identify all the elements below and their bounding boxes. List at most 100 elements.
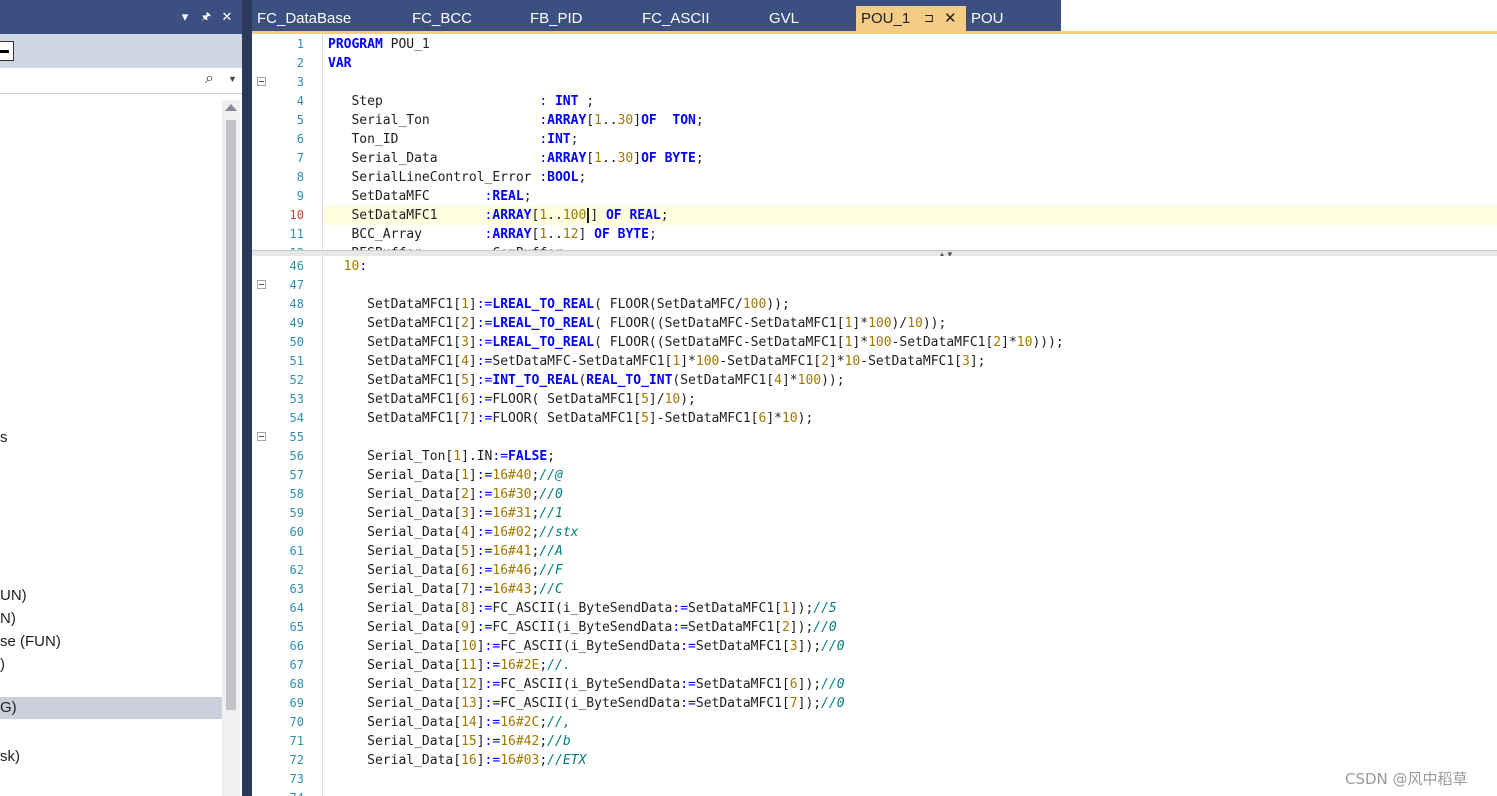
code-line[interactable]: 74 bbox=[252, 789, 1497, 796]
code-text[interactable]: Serial_Data[15]:=16#42;//b bbox=[328, 732, 571, 751]
code-line[interactable]: 48 SetDataMFC1[1]:=LREAL_TO_REAL( FLOOR(… bbox=[252, 295, 1497, 314]
code-line[interactable]: 58 Serial_Data[2]:=16#30;//0 bbox=[252, 485, 1497, 504]
code-line[interactable]: 11 BCC_Array :ARRAY[1..12] OF BYTE; bbox=[252, 225, 1497, 244]
code-line[interactable]: 5 Serial_Ton :ARRAY[1..30]OF TON; bbox=[252, 111, 1497, 130]
tab-fc-database[interactable]: FC_DataBase bbox=[252, 6, 351, 31]
code-line[interactable]: 6 Ton_ID :INT; bbox=[252, 130, 1497, 149]
code-line[interactable]: 66 Serial_Data[10]:=FC_ASCII(i_ByteSendD… bbox=[252, 637, 1497, 656]
code-text[interactable]: SetDataMFC1[2]:=LREAL_TO_REAL( FLOOR((Se… bbox=[328, 314, 946, 333]
code-text[interactable]: Serial_Data[13]:=FC_ASCII(i_ByteSendData… bbox=[328, 694, 844, 713]
panel-search-bar[interactable]: ⌕ ▼ bbox=[0, 68, 242, 94]
fold-toggle-icon[interactable] bbox=[257, 77, 266, 86]
code-text[interactable]: Serial_Data[16]:=16#03;//ETX bbox=[328, 751, 586, 770]
code-text[interactable]: Serial_Data[4]:=16#02;//stx bbox=[328, 523, 578, 542]
code-line[interactable]: 64 Serial_Data[8]:=FC_ASCII(i_ByteSendDa… bbox=[252, 599, 1497, 618]
tab-fc-ascii[interactable]: FC_ASCII bbox=[637, 6, 710, 31]
code-line[interactable]: 50 SetDataMFC1[3]:=LREAL_TO_REAL( FLOOR(… bbox=[252, 333, 1497, 352]
code-line[interactable]: 62 Serial_Data[6]:=16#46;//F bbox=[252, 561, 1497, 580]
code-line[interactable]: 55 bbox=[252, 428, 1497, 447]
code-editor[interactable]: 1 PROGRAM POU_1 2 VAR 3 4 Step : INT ; 5 Seria… bbox=[252, 34, 1497, 796]
tree-item[interactable]: sk) bbox=[0, 746, 20, 768]
code-line[interactable]: 52 SetDataMFC1[5]:=INT_TO_REAL(REAL_TO_I… bbox=[252, 371, 1497, 390]
code-line[interactable]: 1 PROGRAM POU_1 bbox=[252, 35, 1497, 54]
code-line[interactable]: 70 Serial_Data[14]:=16#2C;//, bbox=[252, 713, 1497, 732]
code-line[interactable]: 73 bbox=[252, 770, 1497, 789]
fold-toggle-icon[interactable] bbox=[257, 280, 266, 289]
declaration-pane[interactable]: 1 PROGRAM POU_1 2 VAR 3 4 Step : INT ; 5 Seria… bbox=[252, 34, 1497, 250]
code-text[interactable]: SetDataMFC1[1]:=LREAL_TO_REAL( FLOOR(Set… bbox=[328, 295, 790, 314]
code-line[interactable]: 57 Serial_Data[1]:=16#40;//@ bbox=[252, 466, 1497, 485]
code-line[interactable]: 71 Serial_Data[15]:=16#42;//b bbox=[252, 732, 1497, 751]
panel-close-icon[interactable]: ✕ bbox=[219, 8, 235, 26]
scrollbar-thumb[interactable] bbox=[226, 120, 236, 710]
implementation-pane[interactable]: 46 10: 47 48 SetDataMFC1[1]:=LREAL_TO_REAL… bbox=[252, 256, 1497, 796]
code-text[interactable]: Step : INT ; bbox=[328, 92, 594, 111]
code-text[interactable]: BCC_Array :ARRAY[1..12] OF BYTE; bbox=[328, 225, 656, 244]
code-line[interactable]: 63 Serial_Data[7]:=16#43;//C bbox=[252, 580, 1497, 599]
search-icon[interactable]: ⌕ bbox=[205, 70, 214, 88]
panel-pin-icon[interactable]: 🖈 bbox=[198, 8, 214, 26]
code-line[interactable]: 8 SerialLineControl_Error :BOOL; bbox=[252, 168, 1497, 187]
tab-pou-1[interactable]: POU_1 ⊐ ✕ bbox=[856, 6, 966, 31]
code-line[interactable]: 47 bbox=[252, 276, 1497, 295]
code-text[interactable]: SerialLineControl_Error :BOOL; bbox=[328, 168, 586, 187]
code-text[interactable]: SetDataMFC1 :ARRAY[1..100] OF REAL; bbox=[328, 206, 669, 225]
code-text[interactable]: 10: bbox=[328, 257, 367, 276]
code-line[interactable]: 7 Serial_Data :ARRAY[1..30]OF BYTE; bbox=[252, 149, 1497, 168]
tab-pin-icon[interactable]: ⊐ bbox=[924, 6, 934, 31]
code-text[interactable]: Serial_Data[1]:=16#40;//@ bbox=[328, 466, 563, 485]
code-line[interactable]: 60 Serial_Data[4]:=16#02;//stx bbox=[252, 523, 1497, 542]
code-text[interactable]: VAR bbox=[328, 54, 351, 73]
tree-item[interactable]: UN) bbox=[0, 585, 27, 607]
code-text[interactable]: Serial_Data[11]:=16#2E;//. bbox=[328, 656, 571, 675]
code-text[interactable]: Serial_Data[8]:=FC_ASCII(i_ByteSendData:… bbox=[328, 599, 837, 618]
code-line[interactable]: 61 Serial_Data[5]:=16#41;//A bbox=[252, 542, 1497, 561]
code-line[interactable]: 72 Serial_Data[16]:=16#03;//ETX bbox=[252, 751, 1497, 770]
tab-fc-bcc[interactable]: FC_BCC bbox=[407, 6, 472, 31]
tab-fb-pid[interactable]: FB_PID bbox=[525, 6, 583, 31]
code-text[interactable]: SetDataMFC :REAL; bbox=[328, 187, 531, 206]
code-line[interactable]: 54 SetDataMFC1[7]:=FLOOR( SetDataMFC1[5]… bbox=[252, 409, 1497, 428]
code-text[interactable]: SetDataMFC1[7]:=FLOOR( SetDataMFC1[5]-Se… bbox=[328, 409, 813, 428]
code-line[interactable]: 3 bbox=[252, 73, 1497, 92]
code-line[interactable]: 59 Serial_Data[3]:=16#31;//1 bbox=[252, 504, 1497, 523]
code-line[interactable]: 49 SetDataMFC1[2]:=LREAL_TO_REAL( FLOOR(… bbox=[252, 314, 1497, 333]
code-line[interactable]: 9 SetDataMFC :REAL; bbox=[252, 187, 1497, 206]
code-text[interactable]: Serial_Data :ARRAY[1..30]OF BYTE; bbox=[328, 149, 703, 168]
code-text[interactable]: SetDataMFC1[4]:=SetDataMFC-SetDataMFC1[1… bbox=[328, 352, 985, 371]
tree-item[interactable]: ) bbox=[0, 654, 5, 676]
code-text[interactable]: Serial_Data[14]:=16#2C;//, bbox=[328, 713, 571, 732]
code-text[interactable]: SetDataMFC1[6]:=FLOOR( SetDataMFC1[5]/10… bbox=[328, 390, 696, 409]
code-text[interactable]: Serial_Data[5]:=16#41;//A bbox=[328, 542, 563, 561]
tree-item[interactable]: s bbox=[0, 427, 8, 449]
panel-splitter[interactable] bbox=[242, 0, 252, 796]
tab-close-icon[interactable]: ✕ bbox=[944, 6, 957, 31]
code-text[interactable]: Serial_Data[6]:=16#46;//F bbox=[328, 561, 563, 580]
tree-item[interactable]: se (FUN) bbox=[0, 631, 61, 653]
fold-toggle-icon[interactable] bbox=[257, 432, 266, 441]
code-line[interactable]: 10 SetDataMFC1 :ARRAY[1..100] OF REAL; bbox=[252, 206, 1497, 225]
collapse-button[interactable] bbox=[0, 41, 14, 61]
tree-item[interactable]: N) bbox=[0, 608, 16, 630]
code-text[interactable]: PROGRAM POU_1 bbox=[328, 35, 430, 54]
code-line[interactable]: 51 SetDataMFC1[4]:=SetDataMFC-SetDataMFC… bbox=[252, 352, 1497, 371]
code-line[interactable]: 46 10: bbox=[252, 257, 1497, 276]
code-line[interactable]: 65 Serial_Data[9]:=FC_ASCII(i_ByteSendDa… bbox=[252, 618, 1497, 637]
code-line[interactable]: 56 Serial_Ton[1].IN:=FALSE; bbox=[252, 447, 1497, 466]
code-line[interactable]: 53 SetDataMFC1[6]:=FLOOR( SetDataMFC1[5]… bbox=[252, 390, 1497, 409]
code-line[interactable]: 68 Serial_Data[12]:=FC_ASCII(i_ByteSendD… bbox=[252, 675, 1497, 694]
code-text[interactable]: SetDataMFC1[5]:=INT_TO_REAL(REAL_TO_INT(… bbox=[328, 371, 844, 390]
code-text[interactable]: Serial_Ton[1].IN:=FALSE; bbox=[328, 447, 555, 466]
code-text[interactable]: Serial_Data[3]:=16#31;//1 bbox=[328, 504, 563, 523]
code-text[interactable]: Serial_Data[9]:=FC_ASCII(i_ByteSendData:… bbox=[328, 618, 837, 637]
code-line[interactable]: 69 Serial_Data[13]:=FC_ASCII(i_ByteSendD… bbox=[252, 694, 1497, 713]
code-line[interactable]: 4 Step : INT ; bbox=[252, 92, 1497, 111]
code-line[interactable]: 2 VAR bbox=[252, 54, 1497, 73]
code-text[interactable]: SetDataMFC1[3]:=LREAL_TO_REAL( FLOOR((Se… bbox=[328, 333, 1064, 352]
code-line[interactable]: 67 Serial_Data[11]:=16#2E;//. bbox=[252, 656, 1497, 675]
panel-dropdown-icon[interactable]: ▾ bbox=[177, 8, 193, 26]
tab-pou[interactable]: POU bbox=[966, 6, 1004, 31]
code-text[interactable]: Serial_Data[7]:=16#43;//C bbox=[328, 580, 563, 599]
code-text[interactable]: Serial_Ton :ARRAY[1..30]OF TON; bbox=[328, 111, 703, 130]
panel-scrollbar[interactable] bbox=[222, 100, 240, 796]
